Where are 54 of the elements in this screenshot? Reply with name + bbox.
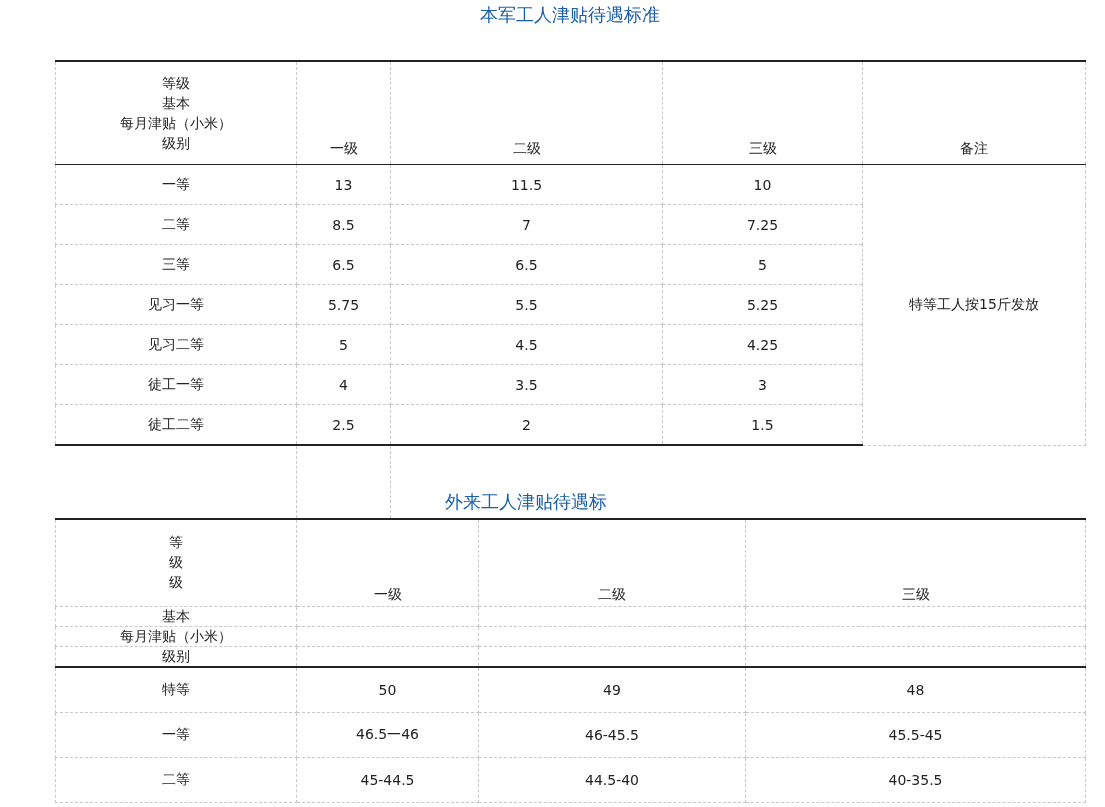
table-cell: 4.5: [390, 324, 663, 365]
header-label: 每月津贴（小米）: [55, 626, 297, 647]
column-header: 二级: [390, 61, 663, 165]
table-title: 本军工人津贴待遇标准: [479, 3, 661, 27]
table-cell: 3.5: [390, 364, 663, 405]
grade-cell: 见习二等: [55, 324, 297, 365]
table-cell: 4: [296, 364, 391, 405]
table-cell: 45.5-45: [745, 712, 1086, 758]
header-label: 级别: [55, 646, 297, 667]
header-label: 等级: [161, 74, 191, 93]
table-cell: 2.5: [296, 404, 391, 445]
table-cell: 49: [478, 667, 746, 713]
table-cell: 46-45.5: [478, 712, 746, 758]
grade-cell: 一等: [55, 164, 297, 205]
header-label: 级: [168, 553, 184, 572]
column-header: 备注: [862, 61, 1086, 165]
header-label: 级: [168, 573, 184, 592]
table-cell: 6.5: [390, 244, 663, 285]
grade-cell: 特等: [55, 667, 297, 713]
grade-cell: 徒工一等: [55, 364, 297, 405]
column-header: 一级: [296, 519, 479, 607]
grade-cell: 一等: [55, 712, 297, 758]
table-cell: 7: [390, 204, 663, 245]
table-cell: 13: [296, 164, 391, 205]
column-header: 二级: [478, 519, 746, 607]
table-title: 外来工人津贴待遇标: [444, 490, 608, 514]
header-label: 级别: [161, 134, 191, 153]
table-cell: 44.5-40: [478, 757, 746, 803]
column-header: 三级: [662, 61, 863, 165]
table-cell: 10: [662, 164, 863, 205]
table-cell: 5.75: [296, 284, 391, 325]
header-label: 每月津贴（小米）: [119, 114, 233, 133]
table-cell: 48: [745, 667, 1086, 713]
column-header: 三级: [745, 519, 1086, 607]
grade-cell: 见习一等: [55, 284, 297, 325]
table-cell: 50: [296, 667, 479, 713]
table-cell: 5.5: [390, 284, 663, 325]
table-cell: 11.5: [390, 164, 663, 205]
grade-cell: 徒工二等: [55, 404, 297, 445]
column-header: 一级: [296, 61, 391, 165]
header-label: 等: [168, 533, 184, 552]
table-cell: 45-44.5: [296, 757, 479, 803]
header-label: 基本: [55, 606, 297, 627]
table-cell: 40-35.5: [745, 757, 1086, 803]
grade-cell: 三等: [55, 244, 297, 285]
grade-cell: 二等: [55, 204, 297, 245]
table-cell: 6.5: [296, 244, 391, 285]
table-cell: 8.5: [296, 204, 391, 245]
table-cell: 46.5一46: [296, 712, 479, 758]
table-cell: 5: [296, 324, 391, 365]
header-label: 基本: [161, 94, 191, 113]
table-cell: 2: [390, 404, 663, 445]
remark-cell: 特等工人按15斤发放: [862, 164, 1086, 445]
grade-cell: 二等: [55, 757, 297, 803]
